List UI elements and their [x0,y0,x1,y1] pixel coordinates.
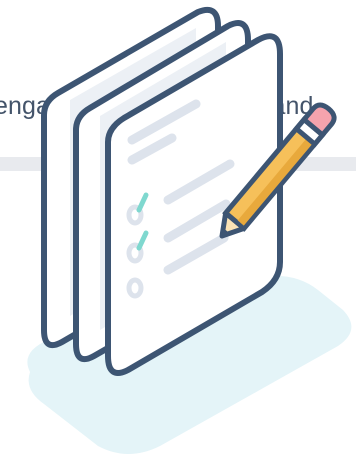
checklist-illustration [41,6,337,376]
hero-illustration-area: engagement with your brand [0,0,356,464]
